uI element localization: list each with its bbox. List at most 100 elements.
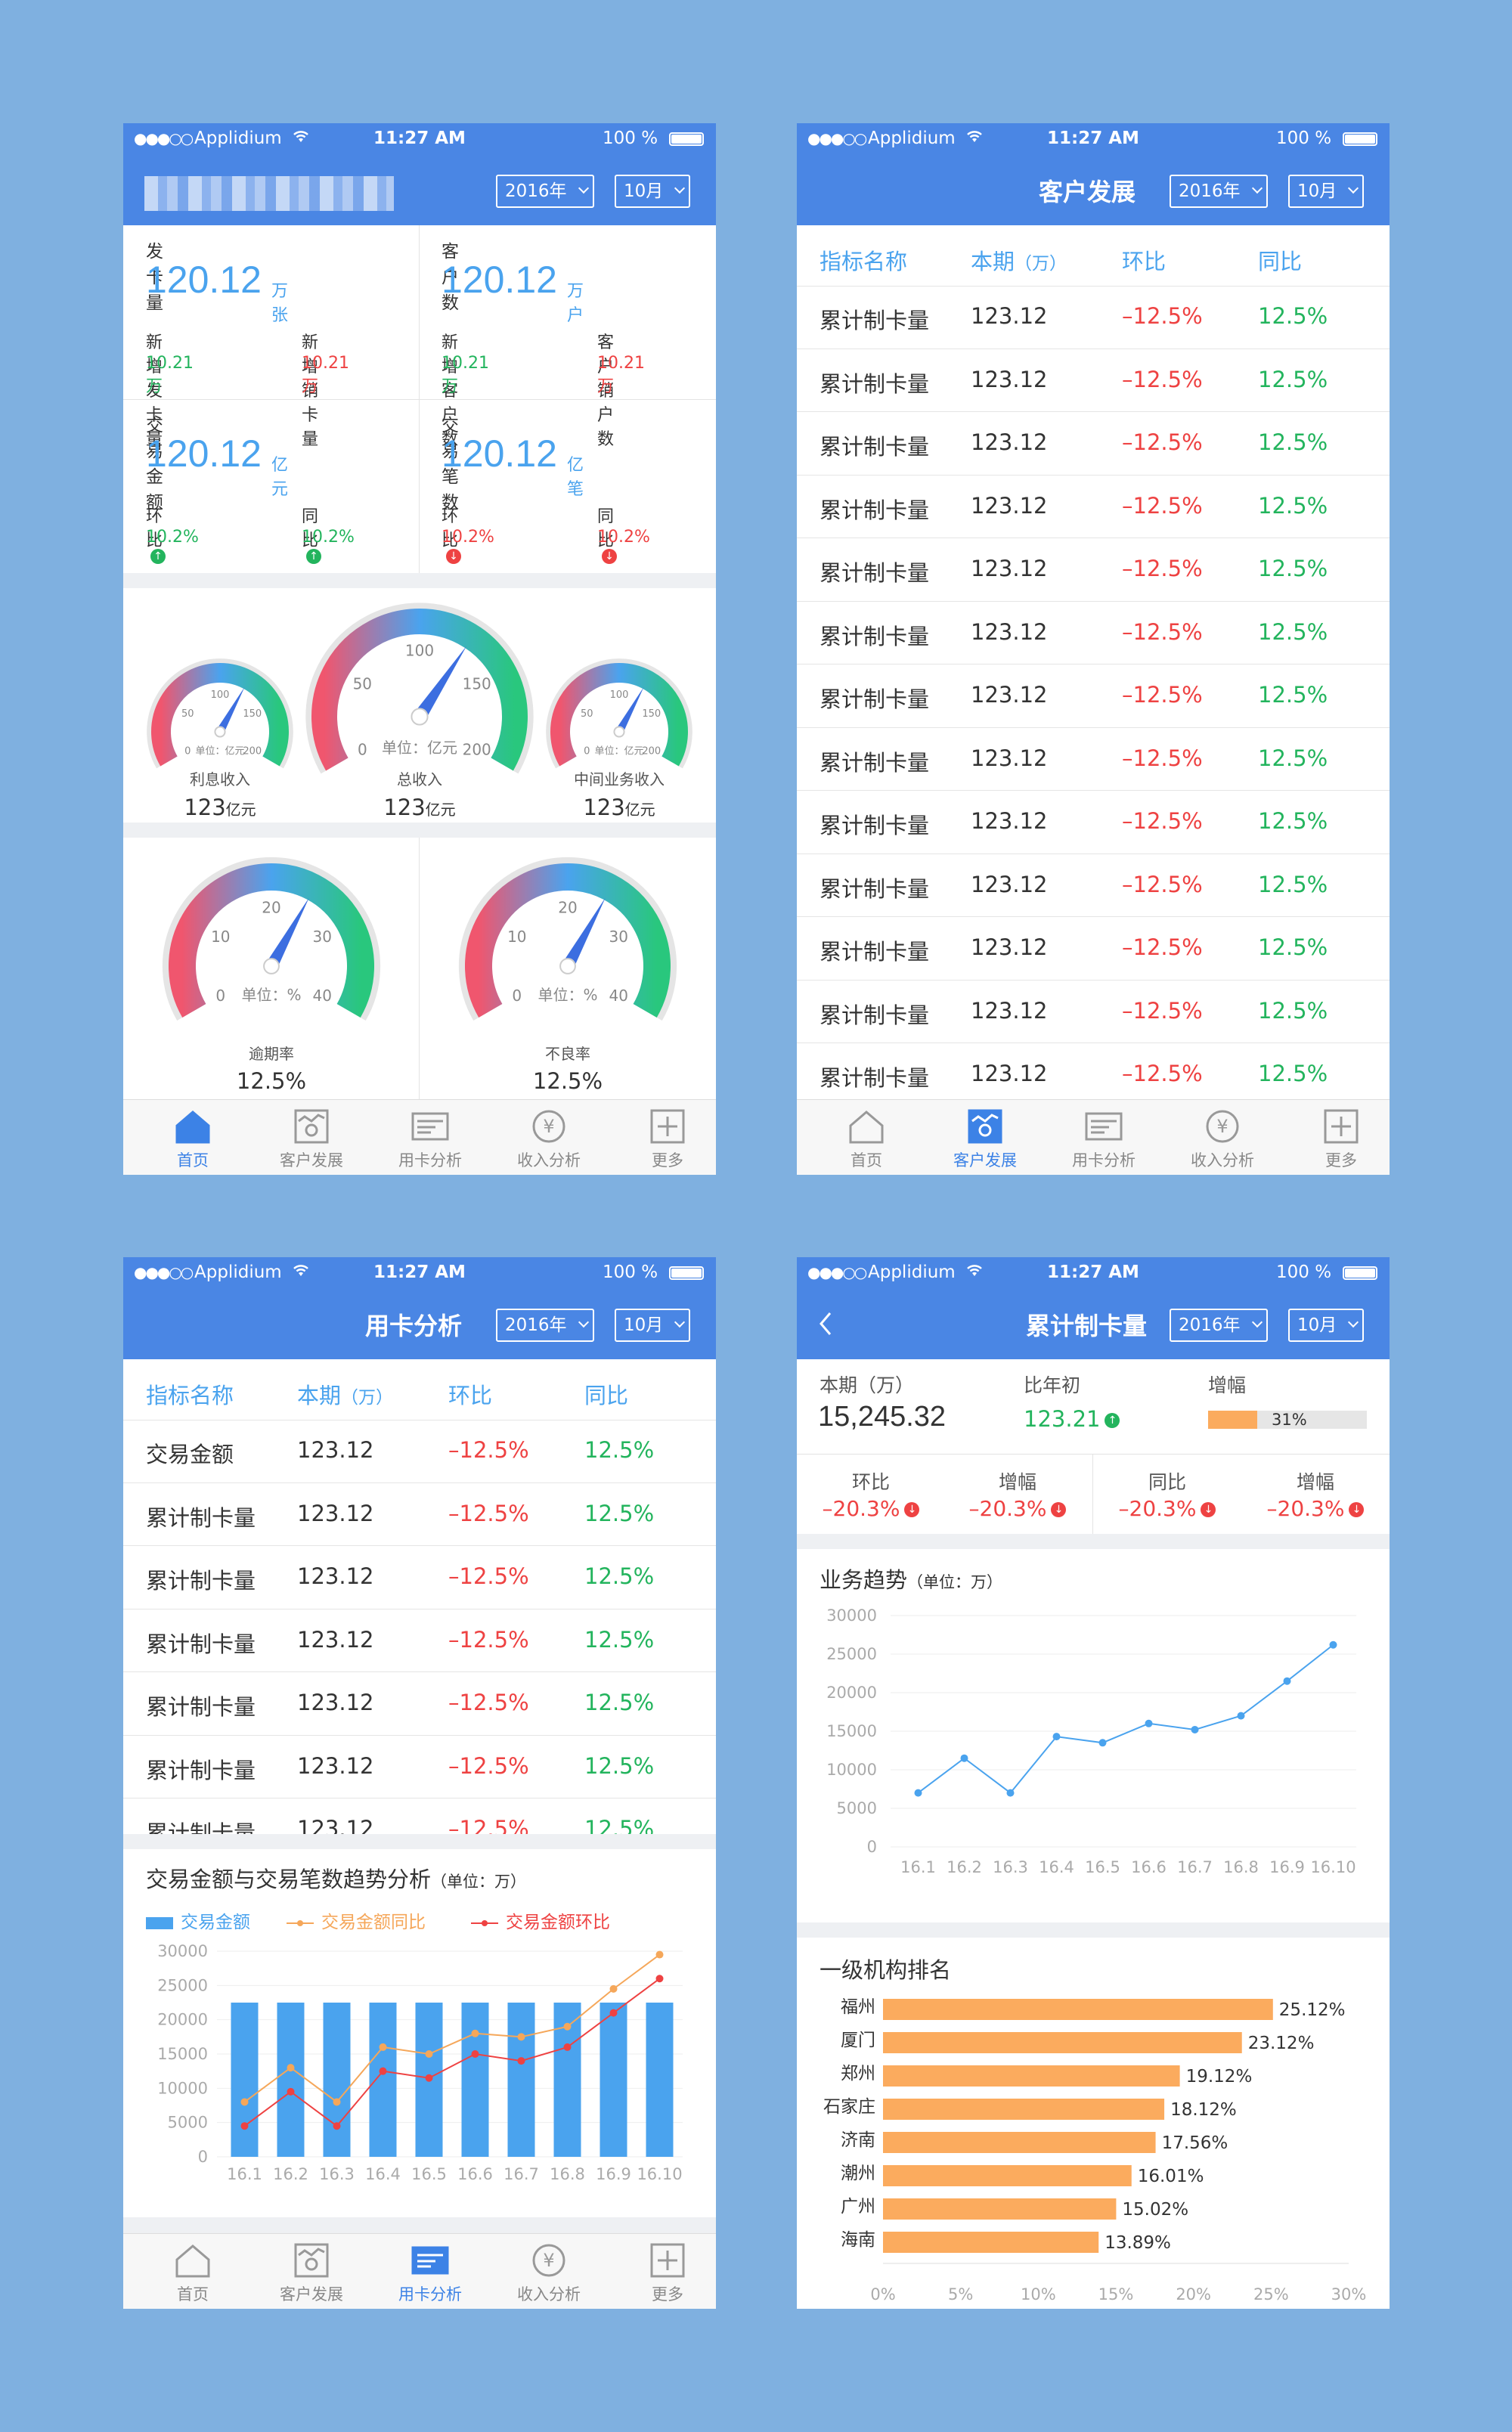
cell-mom: –12.5% — [1122, 1061, 1203, 1086]
cell-name: 累计制卡量 — [820, 875, 930, 902]
tab-income[interactable]: ¥ 收入分析 — [496, 2241, 602, 2305]
table-row[interactable]: 交易金额 123.12 –12.5% 12.5% — [123, 1420, 716, 1483]
rank-value: 18.12% — [1170, 2100, 1237, 2120]
tab-more[interactable]: 更多 — [1288, 1108, 1390, 1171]
point — [609, 2009, 618, 2017]
gauge-tick: 30 — [312, 928, 331, 946]
table-row[interactable]: 累计制卡量 123.12 –12.5% 12.5% — [123, 1672, 716, 1736]
year-select[interactable]: 2016年 — [1170, 1309, 1268, 1342]
tab-home[interactable]: 首页 — [813, 1108, 919, 1171]
table-row[interactable]: 累计制卡量 123.12 –12.5% 12.5% — [123, 1483, 716, 1546]
table-row[interactable]: 累计制卡量 123.12 –12.5% 12.5% — [797, 1043, 1390, 1107]
tab-label: 首页 — [850, 1151, 882, 1170]
table-row[interactable]: 累计制卡量 123.12 –12.5% 12.5% — [797, 981, 1390, 1043]
point — [517, 2057, 525, 2065]
table-row[interactable]: 累计制卡量 123.12 –12.5% 12.5% — [797, 476, 1390, 538]
point — [379, 2043, 387, 2051]
cell-mom: –12.5% — [448, 1690, 529, 1715]
gauge-tick: 0 — [184, 745, 191, 757]
point — [1145, 1719, 1153, 1727]
tab-customer[interactable]: 客户发展 — [259, 1108, 364, 1171]
tab-income[interactable]: ¥ 收入分析 — [1170, 1108, 1275, 1171]
tab-home[interactable]: 首页 — [140, 2241, 246, 2305]
point — [333, 2098, 341, 2106]
point — [655, 1950, 664, 1959]
back-icon[interactable] — [816, 1310, 835, 1337]
gauge-tick: 30 — [609, 928, 627, 946]
y-tick-label: 0 — [867, 1838, 877, 1856]
table-row[interactable]: 累计制卡量 123.12 –12.5% 12.5% — [797, 349, 1390, 412]
cell-name: 累计制卡量 — [820, 623, 930, 649]
cell-period: 123.12 — [297, 1690, 374, 1715]
point — [914, 1789, 922, 1797]
table-row[interactable]: 累计制卡量 123.12 –12.5% 12.5% — [797, 665, 1390, 728]
page-title: 客户发展 — [1039, 178, 1136, 206]
x-tick-label: 15% — [1098, 2285, 1134, 2303]
table-row[interactable]: 累计制卡量 123.12 –12.5% 12.5% — [797, 728, 1390, 791]
gauge-tick: 50 — [353, 674, 372, 692]
customer-icon — [968, 1109, 1002, 1144]
tab-home[interactable]: 首页 — [140, 1108, 246, 1171]
kpi-sub-value-text: 10.2% — [302, 528, 355, 547]
gauge-hub — [214, 726, 226, 738]
point — [960, 1754, 968, 1762]
cell-mom: –12.5% — [448, 1626, 529, 1653]
rank-chart: 福州 25.12% 厦门 23.12% 郑州 19.12% 石家庄 18.12% 济南 17.56… — [823, 1997, 1366, 2303]
cell-mom: –12.5% — [448, 1563, 529, 1589]
legend-item: 交易金额 — [146, 1907, 250, 1933]
table-row[interactable]: 累计制卡量 123.12 –12.5% 12.5% — [123, 1736, 716, 1798]
point — [1098, 1739, 1107, 1747]
chart-title-text: 交易金额与交易笔数趋势分析 — [146, 1867, 432, 1892]
section-gap — [797, 1922, 1390, 1938]
indicator-table: 指标名称 本期（万） 环比 同比 交易金额 123.12 –12.5% 12.5% 累计制卡量 1… — [123, 1257, 716, 1834]
year-select[interactable]: 2016年 — [496, 175, 594, 208]
kpi-unit: 亿元 — [271, 456, 289, 499]
table-row[interactable]: 累计制卡量 123.12 –12.5% 12.5% — [123, 1546, 716, 1609]
table-row[interactable]: 累计制卡量 123.12 –12.5% 12.5% — [123, 1609, 716, 1672]
tab-card[interactable]: 用卡分析 — [1051, 1108, 1157, 1171]
col-header-mom: 环比 — [1122, 249, 1167, 274]
kpi-sub-value-text: 10.21 万 — [146, 354, 194, 396]
col-header-period: 本期（万） — [971, 244, 1067, 276]
cell-period: 123.12 — [971, 618, 1048, 645]
table-row[interactable]: 累计制卡量 123.12 –12.5% 12.5% — [797, 412, 1390, 476]
tab-more[interactable]: 更多 — [615, 2241, 716, 2305]
tab-income[interactable]: ¥ 收入分析 — [496, 1108, 602, 1171]
mini-label: 同比 — [1148, 1471, 1186, 1493]
down-arrow-icon: ↓ — [904, 1502, 920, 1517]
month-select[interactable]: 10月 — [1288, 175, 1364, 208]
kpi-sub-value-text: 10.21 万 — [442, 354, 489, 396]
col-header-yoy: 同比 — [584, 1383, 629, 1408]
table-row[interactable]: 累计制卡量 123.12 –12.5% 12.5% — [797, 538, 1390, 602]
table-row[interactable]: 累计制卡量 123.12 –12.5% 12.5% — [797, 917, 1390, 981]
cell-name: 累计制卡量 — [820, 497, 930, 523]
table-row[interactable]: 累计制卡量 123.12 –12.5% 12.5% — [797, 791, 1390, 854]
table-row[interactable]: 累计制卡量 123.12 –12.5% 12.5% — [123, 1798, 716, 1834]
tab-bar: 首页 客户发展 用卡分析 ¥ 收入分析 更多 — [797, 1099, 1390, 1175]
tab-card[interactable]: 用卡分析 — [377, 2241, 483, 2305]
cell-period: 123.12 — [297, 1500, 374, 1526]
gauge-value-unit: 亿元 — [426, 801, 456, 819]
cell-yoy: 12.5% — [584, 1816, 655, 1834]
tab-card[interactable]: 用卡分析 — [377, 1108, 483, 1171]
down-arrow-icon: ↓ — [1349, 1502, 1365, 1517]
table-row[interactable]: 累计制卡量 123.12 –12.5% 12.5% — [797, 286, 1390, 349]
table-row[interactable]: 累计制卡量 123.12 –12.5% 12.5% — [797, 602, 1390, 665]
month-select[interactable]: 10月 — [615, 175, 690, 208]
table-row[interactable]: 累计制卡量 123.12 –12.5% 12.5% — [797, 854, 1390, 917]
tab-customer[interactable]: 客户发展 — [932, 1108, 1038, 1171]
mini-value-text: –20.3% — [822, 1496, 900, 1521]
rank-bar — [883, 2132, 1156, 2153]
year-select[interactable]: 2016年 — [1170, 175, 1268, 208]
ytd-value: 123.21 ↑ — [1024, 1406, 1120, 1432]
gauges-bottom: 0 10 20 30 40 单位：% 逾期率 12.5% 0 10 20 30 40 单位：% 不良率 12.… — [162, 857, 677, 1094]
cell-yoy: 12.5% — [1258, 871, 1328, 897]
cell-name: 累计制卡量 — [820, 1065, 930, 1091]
tab-label: 用卡分析 — [398, 2285, 462, 2303]
month-select[interactable]: 10月 — [1288, 1309, 1364, 1342]
kpi-sub-value: 10.21 万 — [597, 354, 645, 397]
tab-customer[interactable]: 客户发展 — [259, 2241, 364, 2305]
tab-more[interactable]: 更多 — [615, 1108, 716, 1171]
home-icon — [849, 1111, 884, 1144]
status-bar: ●●●○○ Applidium 11:27 AM 100 % — [797, 123, 1390, 153]
